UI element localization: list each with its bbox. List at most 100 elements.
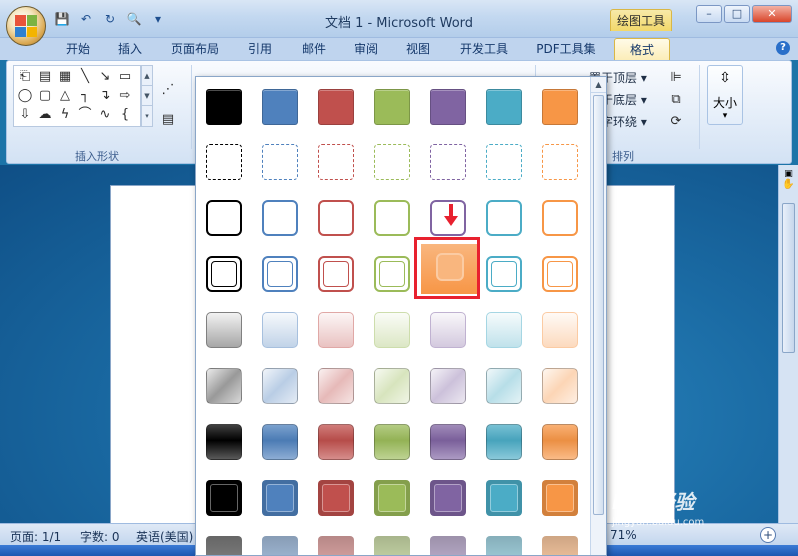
shape-style-dark-blue[interactable] [262, 536, 298, 555]
shape-style-light-orange[interactable] [542, 312, 578, 348]
lightning-shape-icon[interactable]: ϟ [56, 106, 74, 124]
tab-review[interactable]: 审阅 [346, 38, 386, 60]
shape-style-gradient-black[interactable] [206, 424, 242, 460]
shape-style-dark-green[interactable] [374, 536, 410, 555]
shape-style-boxed-green[interactable] [374, 480, 410, 516]
office-button[interactable] [6, 6, 46, 46]
shape-style-outline-blue[interactable] [262, 200, 298, 236]
page-count[interactable]: 页面: 1/1 [10, 528, 61, 545]
shape-style-gradient-green[interactable] [374, 424, 410, 460]
shape-style-double-orange[interactable] [542, 256, 578, 292]
shape-style-light-blue[interactable] [262, 312, 298, 348]
vertical-scrollbar[interactable]: ▣ ✋ [778, 165, 798, 523]
shapes-gallery-scroll[interactable]: ▲ ▼ ▾ [141, 65, 153, 127]
shape-style-dashed-red[interactable] [318, 144, 354, 180]
shape-style-light-green[interactable] [374, 312, 410, 348]
arc-shape-icon[interactable]: ⌒ [76, 106, 94, 124]
rotate-icon[interactable]: ⟳ [667, 113, 685, 131]
shape-style-boxed-blue[interactable] [262, 480, 298, 516]
shape-style-light-aqua[interactable] [486, 312, 522, 348]
shape-style-glass-red[interactable] [318, 368, 354, 404]
shape-style-solid-green[interactable] [374, 89, 410, 125]
shape-style-boxed-purple[interactable] [430, 480, 466, 516]
ruler-toggle-icon[interactable]: ▣ [779, 169, 798, 179]
shape-style-outline-aqua[interactable] [486, 200, 522, 236]
shape-style-gradient-blue[interactable] [262, 424, 298, 460]
tab-pdf-tools[interactable]: PDF工具集 [530, 38, 602, 60]
shape-style-dashed-green[interactable] [374, 144, 410, 180]
gallery-scrollbar[interactable]: ▲ [590, 77, 606, 555]
line-shape-icon[interactable]: ╲ [76, 68, 94, 86]
shape-style-dashed-purple[interactable] [430, 144, 466, 180]
shape-style-glass-green[interactable] [374, 368, 410, 404]
text-box-alt-shape-icon[interactable]: ▤ [36, 68, 54, 86]
shape-style-boxed-red[interactable] [318, 480, 354, 516]
expand-gallery-icon[interactable]: ▾ [142, 106, 152, 126]
shape-style-solid-orange[interactable] [542, 89, 578, 125]
elbow-connector-shape-icon[interactable]: ┐ [76, 87, 94, 105]
tab-mailings[interactable]: 邮件 [294, 38, 334, 60]
group-icon[interactable]: ⧉ [667, 91, 685, 109]
shape-style-glass-black[interactable] [206, 368, 242, 404]
scroll-up-icon[interactable]: ▲ [591, 77, 606, 93]
scroll-up-icon[interactable]: ▲ [142, 66, 152, 86]
text-box-shape-icon[interactable]: ⎗ [16, 68, 34, 86]
triangle-shape-icon[interactable]: △ [56, 87, 74, 105]
tab-format[interactable]: 格式 [614, 38, 670, 60]
shape-style-glass-blue[interactable] [262, 368, 298, 404]
shape-style-glass-aqua[interactable] [486, 368, 522, 404]
shape-style-light-red[interactable] [318, 312, 354, 348]
shape-style-solid-aqua[interactable] [486, 89, 522, 125]
shape-style-boxed-aqua[interactable] [486, 480, 522, 516]
arrow-line-shape-icon[interactable]: ↘ [96, 68, 114, 86]
shape-style-gradient-purple[interactable] [430, 424, 466, 460]
shape-style-dark-purple[interactable] [430, 536, 466, 555]
shape-style-gradient-aqua[interactable] [486, 424, 522, 460]
shape-style-dark-black[interactable] [206, 536, 242, 555]
curve-shape-icon[interactable]: ∿ [96, 106, 114, 124]
edit-points-icon[interactable]: ⋰ [159, 81, 177, 99]
shape-style-outline-black[interactable] [206, 200, 242, 236]
word-count[interactable]: 字数: 0 [80, 528, 120, 545]
tab-home[interactable]: 开始 [58, 38, 98, 60]
rectangle-shape-icon[interactable]: ▭ [116, 68, 134, 86]
shape-style-double-black[interactable] [206, 256, 242, 292]
picture-shape-icon[interactable]: ▦ [56, 68, 74, 86]
brace-shape-icon[interactable]: { [116, 106, 134, 124]
shape-style-solid-blue[interactable] [262, 89, 298, 125]
pan-icon[interactable]: ✋ [779, 179, 798, 190]
tab-page-layout[interactable]: 页面布局 [162, 38, 228, 60]
shape-style-double-blue[interactable] [262, 256, 298, 292]
language-indicator[interactable]: 英语(美国) [136, 528, 193, 545]
close-button[interactable]: ✕ [752, 5, 792, 23]
shape-style-outline-orange[interactable] [542, 200, 578, 236]
shape-style-dark-aqua[interactable] [486, 536, 522, 555]
tab-references[interactable]: 引用 [240, 38, 280, 60]
shape-style-outline-red[interactable] [318, 200, 354, 236]
shape-style-solid-black[interactable] [206, 89, 242, 125]
tab-insert[interactable]: 插入 [110, 38, 150, 60]
shape-style-gradient-orange[interactable] [542, 424, 578, 460]
tab-view[interactable]: 视图 [398, 38, 438, 60]
shape-style-double-red[interactable] [318, 256, 354, 292]
shape-style-boxed-black[interactable] [206, 480, 242, 516]
elbow-arrow-shape-icon[interactable]: ↴ [96, 87, 114, 105]
shape-style-double-green[interactable] [374, 256, 410, 292]
scroll-down-icon[interactable]: ▼ [142, 86, 152, 106]
align-icon[interactable]: ⊫ [667, 69, 685, 87]
shape-style-light-black[interactable] [206, 312, 242, 348]
shape-style-solid-red[interactable] [318, 89, 354, 125]
minimize-button[interactable]: – [696, 5, 722, 23]
rounded-rect-shape-icon[interactable]: ▢ [36, 87, 54, 105]
right-arrow-shape-icon[interactable]: ⇨ [116, 87, 134, 105]
shapes-gallery[interactable]: ⎗ ▤ ▦ ╲ ↘ ▭ ◯ ▢ △ ┐ ↴ ⇨ ⇩ ☁ ϟ ⌒ ∿ { [13, 65, 141, 127]
shape-style-glass-orange[interactable] [542, 368, 578, 404]
maximize-button[interactable]: □ [724, 5, 750, 23]
scrollbar-thumb[interactable] [782, 203, 795, 353]
shape-style-glass-purple[interactable] [430, 368, 466, 404]
draw-textbox-icon[interactable]: ▤ [159, 111, 177, 129]
shape-styles-gallery[interactable]: ▲ [195, 76, 607, 556]
shape-style-dashed-orange[interactable] [542, 144, 578, 180]
help-icon[interactable]: ? [776, 41, 790, 55]
shape-style-gradient-red[interactable] [318, 424, 354, 460]
